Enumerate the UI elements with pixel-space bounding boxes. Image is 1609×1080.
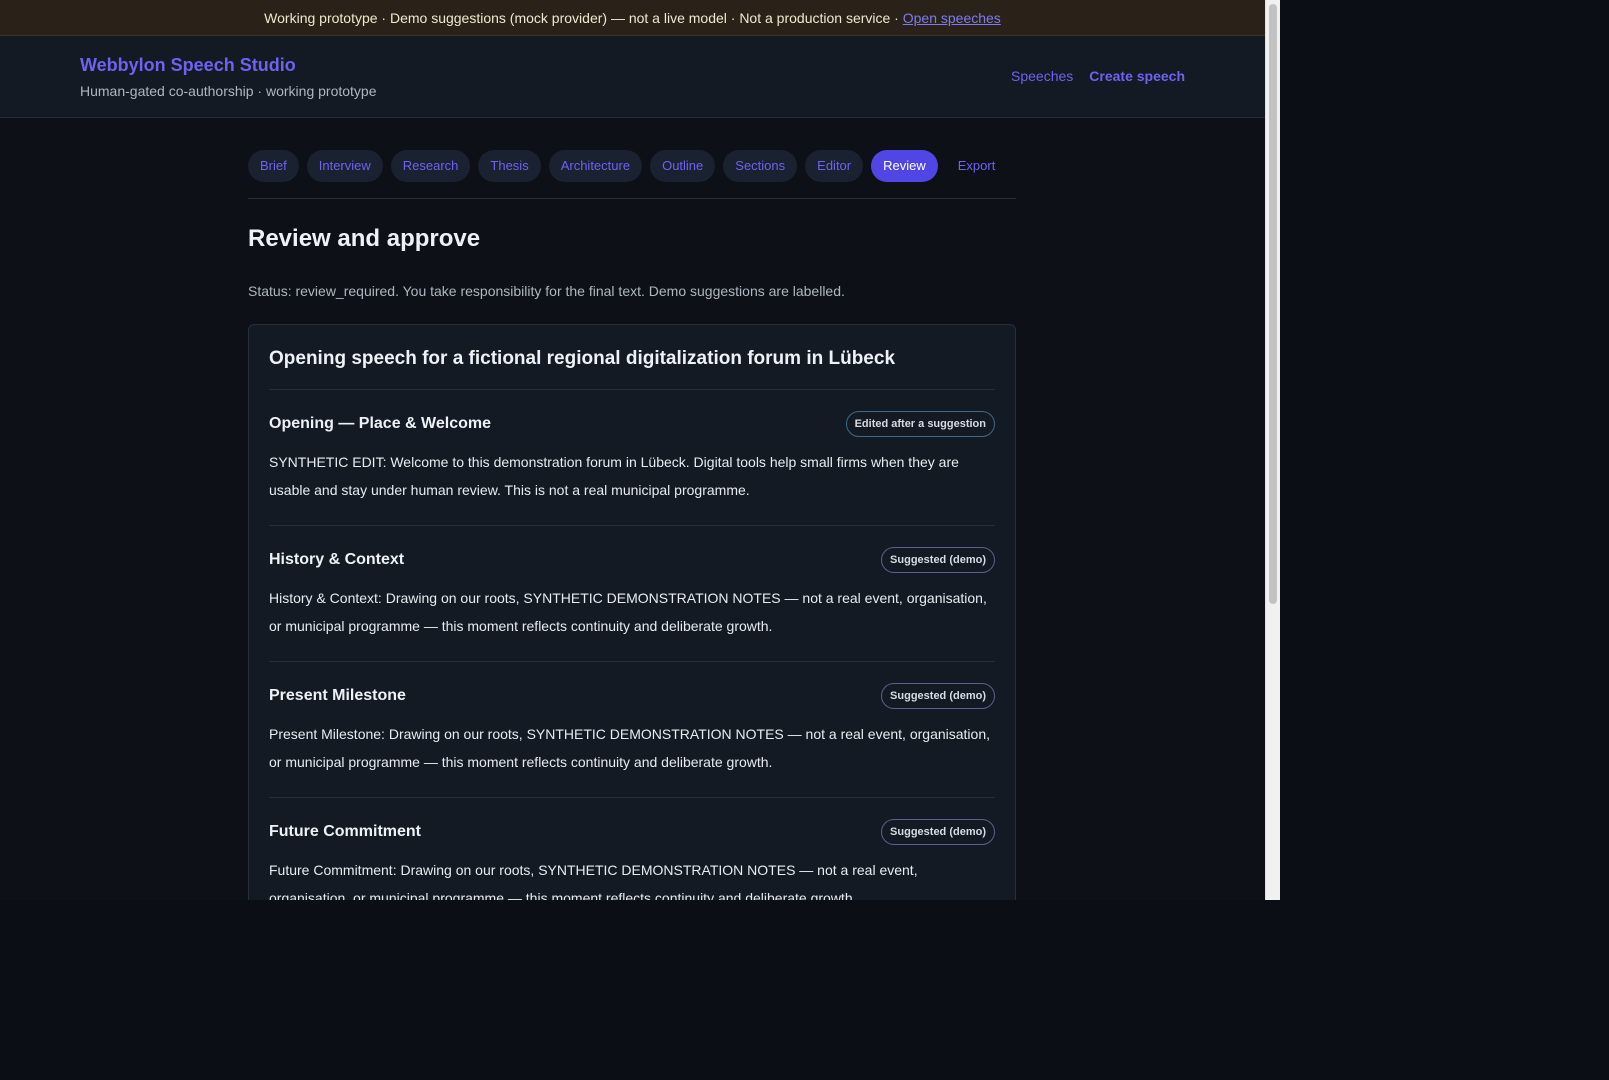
main-content: Brief Interview Research Thesis Architec… <box>248 117 1016 900</box>
step-brief[interactable]: Brief <box>248 150 299 182</box>
section-title: Opening — Place & Welcome <box>269 415 491 432</box>
step-outline[interactable]: Outline <box>650 150 716 182</box>
step-editor[interactable]: Editor <box>805 150 864 182</box>
step-export[interactable]: Export <box>946 150 1008 182</box>
nav-speeches-link[interactable]: Speeches <box>1011 68 1073 84</box>
vertical-scrollbar[interactable] <box>1265 0 1280 900</box>
speech-section: Present Milestone Suggested (demo) Prese… <box>269 661 995 797</box>
browser-viewport: Working prototype · Demo suggestions (mo… <box>0 0 1280 900</box>
section-body: SYNTHETIC EDIT: Welcome to this demonstr… <box>269 454 959 498</box>
step-thesis[interactable]: Thesis <box>478 150 541 182</box>
page-content: Working prototype · Demo suggestions (mo… <box>0 0 1265 900</box>
section-body: Future Commitment: Drawing on our roots,… <box>269 862 918 900</box>
suggested-badge: Suggested (demo) <box>881 683 995 709</box>
suggested-badge: Suggested (demo) <box>881 819 995 845</box>
step-sections[interactable]: Sections <box>723 150 798 182</box>
section-body: History & Context: Drawing on our roots,… <box>269 590 987 634</box>
review-status-text: Status: review_required. You take respon… <box>248 283 845 299</box>
speech-section: History & Context Suggested (demo) Histo… <box>269 525 995 661</box>
section-body: Present Milestone: Drawing on our roots,… <box>269 726 990 770</box>
speech-section: Opening — Place & Welcome Edited after a… <box>269 389 995 525</box>
step-architecture[interactable]: Architecture <box>548 150 643 182</box>
edited-badge: Edited after a suggestion <box>845 411 995 437</box>
section-title: History & Context <box>269 551 405 568</box>
open-speeches-link[interactable]: Open speeches <box>903 10 1001 26</box>
app-title[interactable]: Webbylon Speech Studio <box>80 55 296 76</box>
nav-create-speech-link[interactable]: Create speech <box>1089 68 1185 84</box>
banner-text: Working prototype · Demo suggestions (mo… <box>264 10 903 26</box>
app-subtitle: Human-gated co-authorship · working prot… <box>80 83 377 99</box>
speech-review-card: Opening speech for a fictional regional … <box>248 324 1016 900</box>
step-review[interactable]: Review <box>871 150 938 182</box>
step-interview[interactable]: Interview <box>306 150 383 182</box>
page-title: Review and approve <box>248 225 481 252</box>
step-research[interactable]: Research <box>390 150 471 182</box>
site-header: Webbylon Speech Studio Human-gated co-au… <box>0 36 1265 118</box>
speech-section: Future Commitment Suggested (demo) Futur… <box>269 797 995 900</box>
speech-title: Opening speech for a fictional regional … <box>269 348 896 369</box>
section-title: Present Milestone <box>269 687 406 704</box>
scrollbar-thumb[interactable] <box>1269 4 1277 604</box>
prototype-banner: Working prototype · Demo suggestions (mo… <box>0 0 1265 36</box>
top-nav: Speeches Create speech <box>1011 68 1185 84</box>
workflow-steps: Brief Interview Research Thesis Architec… <box>248 117 1016 199</box>
section-title: Future Commitment <box>269 823 421 840</box>
suggested-badge: Suggested (demo) <box>881 547 995 573</box>
